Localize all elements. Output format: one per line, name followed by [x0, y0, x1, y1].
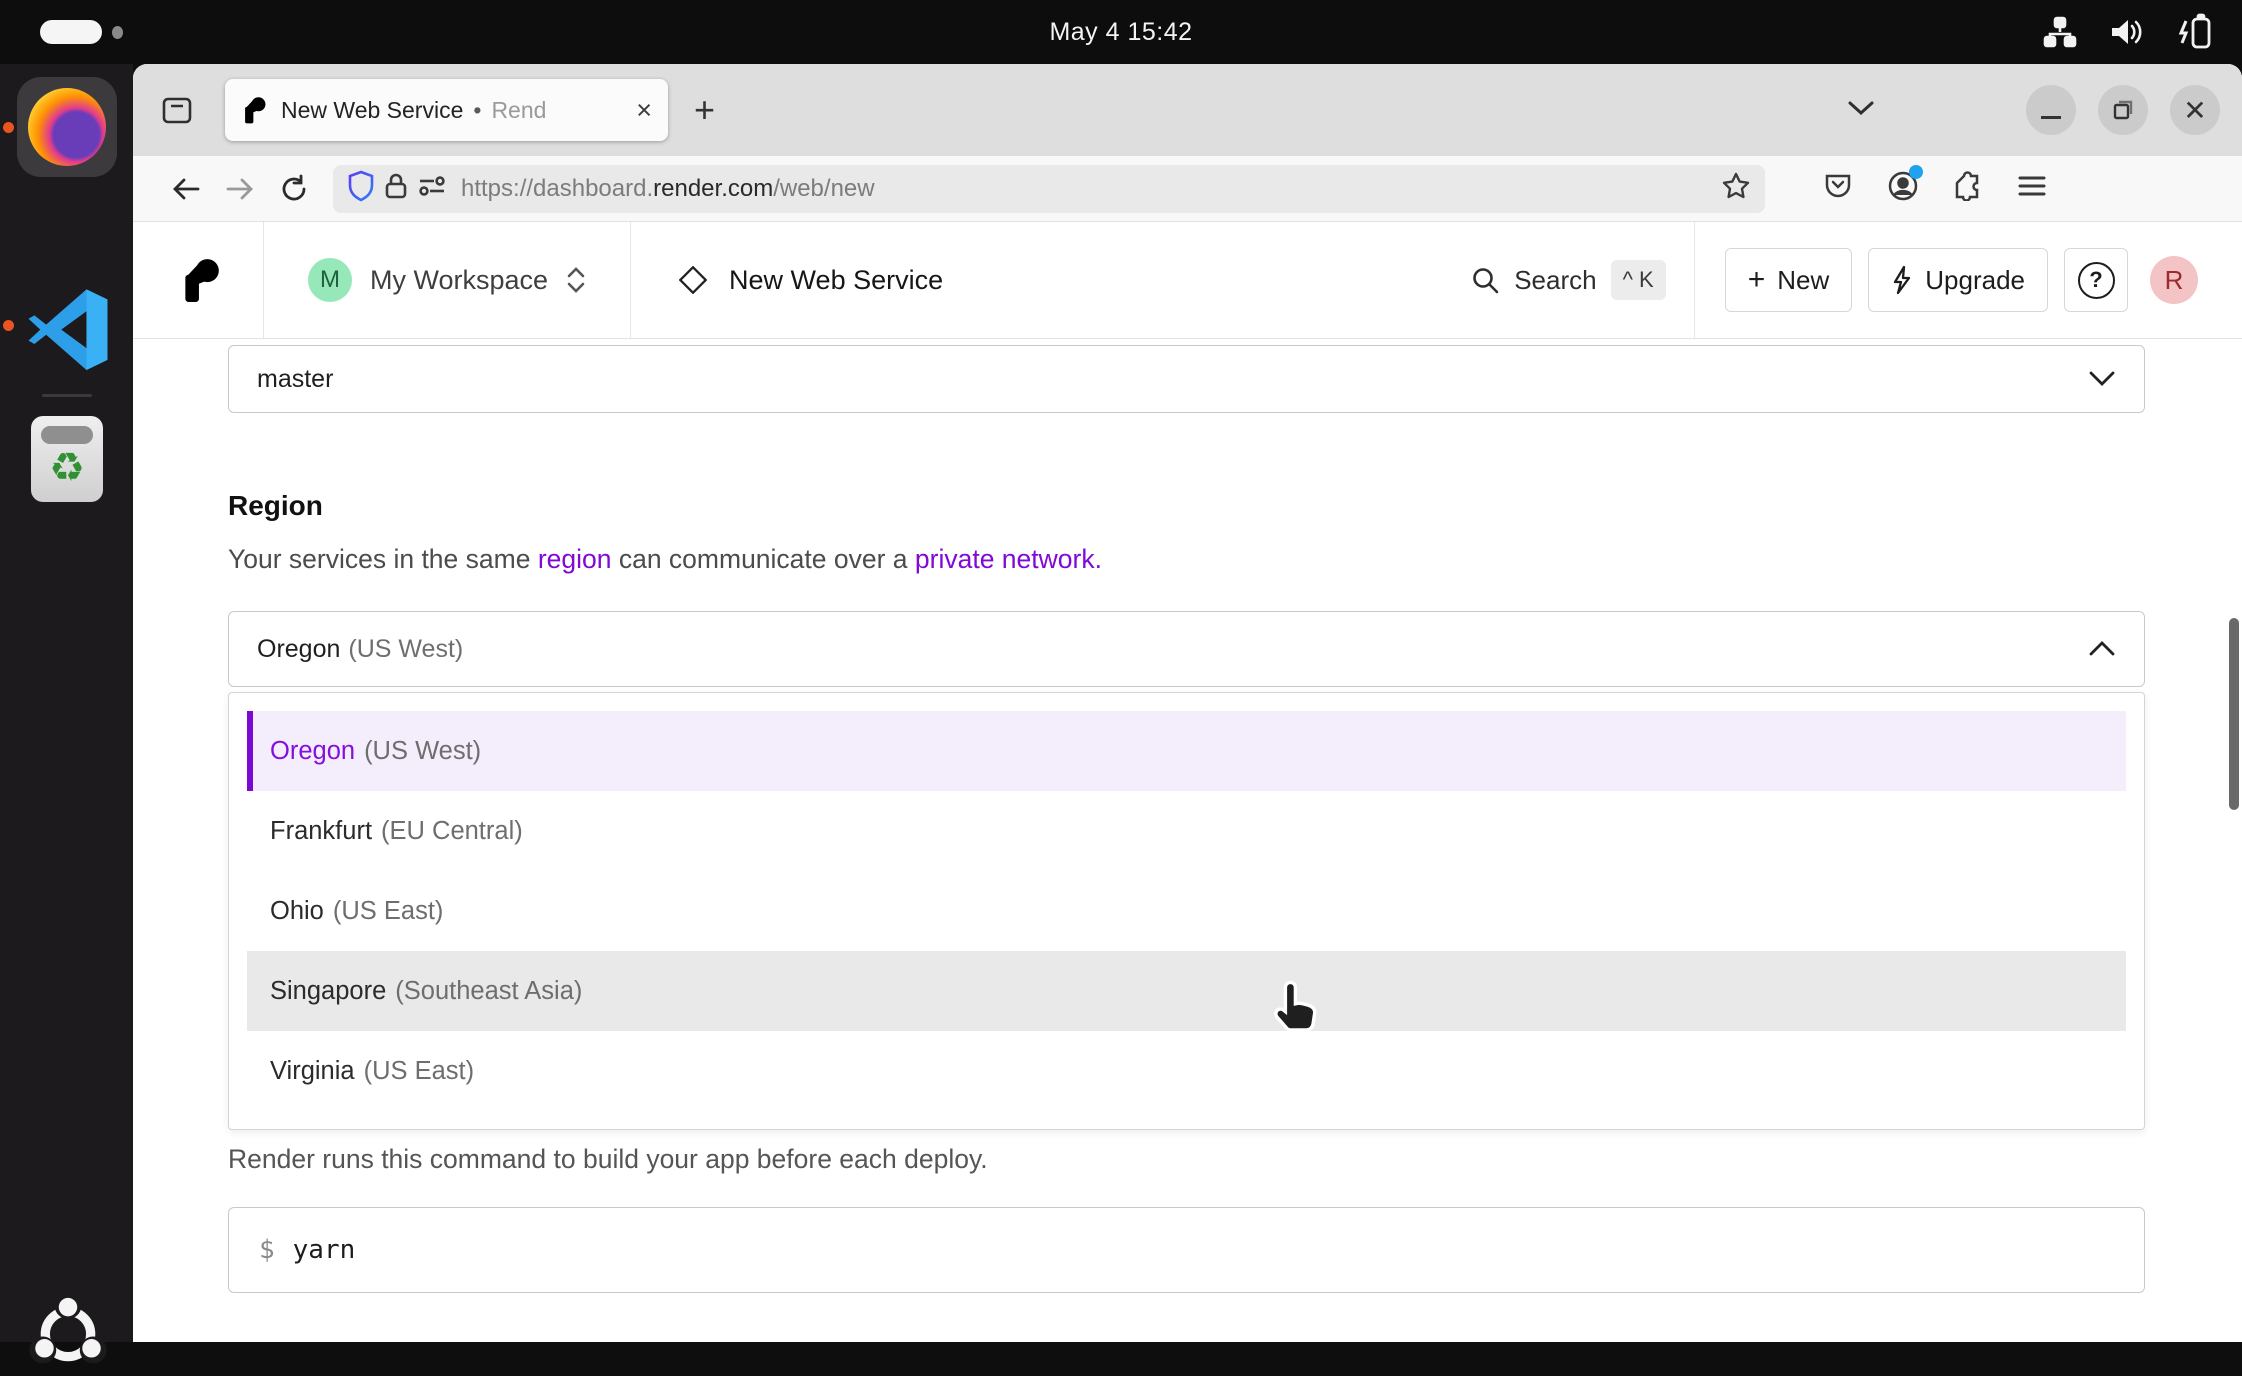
render-logo[interactable] [179, 257, 221, 303]
branch-select[interactable]: master [228, 345, 2145, 413]
vscode-running-indicator [3, 320, 14, 331]
region-option-virginia[interactable]: Virginia(US East) [247, 1031, 2126, 1111]
build-command-input[interactable]: $ yarn [228, 1207, 2145, 1293]
account-notification-dot [1909, 165, 1923, 179]
menu-icon[interactable] [2017, 174, 2047, 203]
tab-bar: New Web Service•Rend × + ✕ [133, 64, 2242, 156]
bookmark-star-icon[interactable] [1721, 171, 1751, 206]
firefox-window: New Web Service•Rend × + ✕ [133, 64, 2242, 1342]
tab-close-icon[interactable]: × [636, 95, 652, 126]
search-button[interactable]: Search ^ K [1470, 260, 1666, 300]
workspace-avatar: M [308, 258, 352, 302]
pocket-icon[interactable] [1823, 171, 1853, 206]
region-select[interactable]: Oregon (US West) [228, 611, 2145, 687]
upgrade-button[interactable]: Upgrade [1868, 248, 2048, 312]
forward-button[interactable] [213, 175, 267, 203]
mouse-cursor-hand [1272, 980, 1320, 1043]
search-icon [1470, 265, 1500, 295]
build-command-value: yarn [293, 1235, 356, 1265]
lock-icon[interactable] [383, 171, 409, 206]
region-link[interactable]: region [538, 544, 612, 574]
dock-item-firefox[interactable] [17, 77, 117, 177]
new-button[interactable]: + New [1725, 248, 1853, 312]
volume-icon [2108, 14, 2146, 50]
region-heading: Region [228, 490, 2145, 522]
question-icon: ? [2078, 262, 2115, 299]
chevron-updown-icon [566, 265, 586, 295]
user-avatar[interactable]: R [2150, 256, 2198, 304]
system-top-bar: May 4 15:42 [0, 0, 2242, 64]
maximize-button[interactable] [2098, 85, 2148, 135]
region-option-ohio[interactable]: Ohio(US East) [247, 871, 2126, 951]
navigation-bar: https://dashboard.render.com/web/new [133, 156, 2242, 222]
plus-icon: + [1748, 263, 1766, 297]
close-button[interactable]: ✕ [2170, 85, 2220, 135]
battery-icon [2176, 13, 2216, 51]
region-option-frankfurt[interactable]: Frankfurt(EU Central) [247, 791, 2126, 871]
header-divider [1694, 222, 1695, 339]
firefox-running-indicator [3, 122, 14, 133]
region-option-singapore[interactable]: Singapore(Southeast Asia) [247, 951, 2126, 1031]
region-dropdown: Oregon(US West) Frankfurt(EU Central) Oh… [228, 692, 2145, 1130]
tab-title-fade [558, 97, 628, 124]
page-title: New Web Service [729, 265, 943, 296]
build-command-description: Render runs this command to build your a… [228, 1144, 2145, 1175]
workspace-switcher[interactable]: M My Workspace [308, 258, 586, 302]
lightning-icon [1891, 265, 1913, 295]
chevron-down-icon [2088, 365, 2116, 394]
new-tab-button[interactable]: + [694, 89, 715, 131]
system-clock[interactable]: May 4 15:42 [0, 18, 2242, 47]
search-label: Search [1514, 265, 1596, 296]
header-divider [630, 222, 631, 339]
tracking-shield-icon[interactable] [347, 170, 375, 207]
recycle-icon: ♻ [49, 448, 85, 488]
account-icon[interactable] [1887, 170, 1919, 207]
url-bar[interactable]: https://dashboard.render.com/web/new [333, 165, 1765, 213]
dock: ♻ [0, 64, 133, 1342]
header-divider [263, 222, 264, 339]
help-button[interactable]: ? [2064, 248, 2128, 312]
firefox-view-button[interactable] [151, 84, 203, 136]
tab-title: New Web Service•Rend [281, 97, 628, 124]
page-content: master Region Your services in the same … [133, 339, 2242, 1342]
dock-item-trash[interactable]: ♻ [31, 416, 103, 502]
list-all-tabs-chevron-icon[interactable] [1846, 99, 1876, 122]
dock-divider [42, 394, 92, 397]
permissions-icon[interactable] [417, 173, 447, 204]
system-tray[interactable] [2042, 0, 2216, 64]
reload-button[interactable] [267, 174, 321, 204]
back-button[interactable] [159, 175, 213, 203]
scrollbar-thumb[interactable] [2229, 618, 2239, 810]
extensions-icon[interactable] [1953, 171, 1983, 206]
chevron-up-icon [2088, 635, 2116, 664]
trash-lid [41, 426, 93, 444]
network-icon [2042, 14, 2078, 50]
shell-prompt: $ [259, 1235, 275, 1265]
private-network-link[interactable]: private network. [915, 544, 1102, 574]
workspace-name: My Workspace [370, 265, 548, 296]
page-title-group: New Web Service [679, 265, 943, 296]
firefox-icon [28, 88, 106, 166]
url-text[interactable]: https://dashboard.render.com/web/new [461, 175, 875, 203]
dock-item-show-apps-ubuntu[interactable] [26, 1292, 110, 1376]
region-option-oregon[interactable]: Oregon(US West) [247, 711, 2126, 791]
region-description: Your services in the same region can com… [228, 544, 2145, 575]
minimize-button[interactable] [2026, 85, 2076, 135]
render-favicon [241, 96, 267, 124]
dock-item-vscode[interactable] [26, 286, 110, 370]
tab-new-web-service[interactable]: New Web Service•Rend × [225, 79, 668, 141]
search-shortcut: ^ K [1611, 260, 1666, 300]
diamond-icon [679, 266, 707, 294]
render-app-header: M My Workspace New Web Service Search ^ … [133, 222, 2242, 339]
